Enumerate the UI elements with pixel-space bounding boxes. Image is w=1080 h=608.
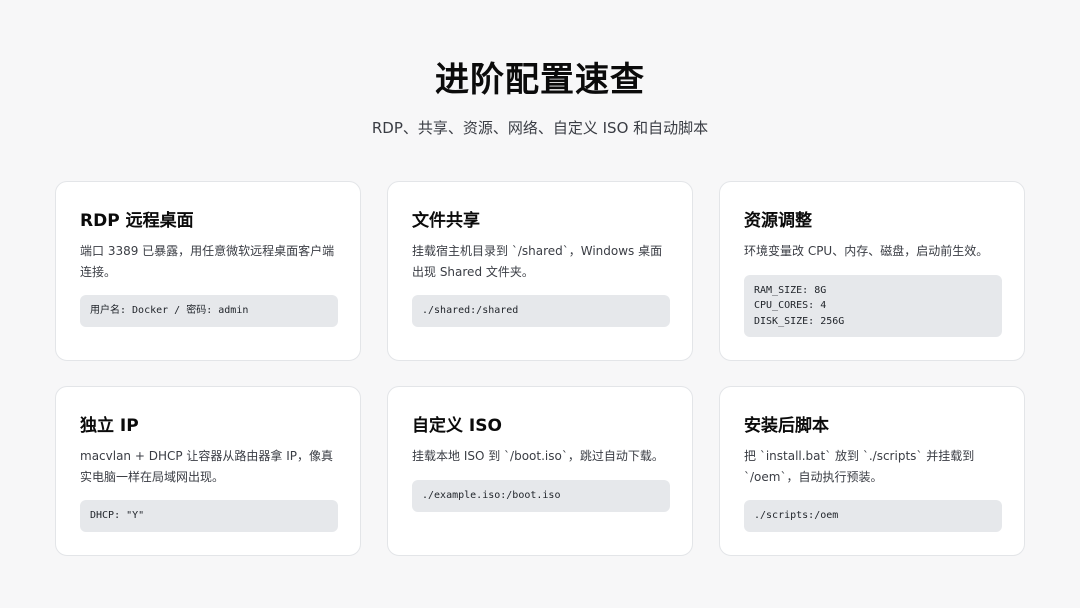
- code-line: ./scripts:/oem: [754, 510, 839, 522]
- card-description: 端口 3389 已暴露，用任意微软远程桌面客户端连接。: [80, 244, 335, 279]
- code-block: RAM_SIZE: 8G CPU_CORES: 4 DISK_SIZE: 256…: [744, 275, 1002, 337]
- card-description: 挂载宿主机目录到 `/shared`，Windows 桌面出现 Shared 文…: [412, 244, 663, 279]
- card-title: RDP 远程桌面: [80, 211, 194, 231]
- card-title: 资源调整: [744, 211, 812, 231]
- card-custom-iso: 自定义 ISO 挂载本地 ISO 到 `/boot.iso`，跳过自动下载。 .…: [387, 386, 693, 556]
- card-title: 独立 IP: [80, 416, 139, 436]
- code-block: ./example.iso:/boot.iso: [412, 480, 670, 512]
- card-file-sharing: 文件共享 挂载宿主机目录到 `/shared`，Windows 桌面出现 Sha…: [387, 181, 693, 361]
- code-line: 用户名: Docker / 密码: admin: [90, 305, 249, 317]
- card-description: macvlan + DHCP 让容器从路由器拿 IP，像真实电脑一样在局域网出现…: [80, 449, 334, 484]
- card-description: 挂载本地 ISO 到 `/boot.iso`，跳过自动下载。: [412, 449, 664, 463]
- code-block: ./scripts:/oem: [744, 500, 1002, 532]
- code-block: ./shared:/shared: [412, 295, 670, 327]
- card-dedicated-ip: 独立 IP macvlan + DHCP 让容器从路由器拿 IP，像真实电脑一样…: [55, 386, 361, 556]
- card-title: 文件共享: [412, 211, 480, 231]
- code-line: DISK_SIZE: 256G: [754, 315, 845, 327]
- card-rdp: RDP 远程桌面 端口 3389 已暴露，用任意微软远程桌面客户端连接。 用户名…: [55, 181, 361, 361]
- code-line: ./example.iso:/boot.iso: [422, 490, 561, 502]
- code-block: DHCP: "Y": [80, 500, 338, 532]
- code-line: RAM_SIZE: 8G: [754, 284, 827, 296]
- card-description: 把 `install.bat` 放到 `./scripts` 并挂载到 `/oe…: [744, 449, 975, 484]
- card-title: 自定义 ISO: [412, 416, 502, 436]
- code-line: DHCP: "Y": [90, 510, 145, 522]
- code-block: 用户名: Docker / 密码: admin: [80, 295, 338, 327]
- card-description: 环境变量改 CPU、内存、磁盘，启动前生效。: [744, 244, 989, 258]
- code-line: ./shared:/shared: [422, 305, 519, 317]
- card-post-install-script: 安装后脚本 把 `install.bat` 放到 `./scripts` 并挂载…: [719, 386, 1025, 556]
- page-title: 进阶配置速查: [435, 60, 645, 100]
- page-subtitle: RDP、共享、资源、网络、自定义 ISO 和自动脚本: [371, 119, 709, 137]
- card-title: 安装后脚本: [744, 416, 829, 436]
- code-line: CPU_CORES: 4: [754, 300, 827, 312]
- card-resources: 资源调整 环境变量改 CPU、内存、磁盘，启动前生效。 RAM_SIZE: 8G…: [719, 181, 1025, 361]
